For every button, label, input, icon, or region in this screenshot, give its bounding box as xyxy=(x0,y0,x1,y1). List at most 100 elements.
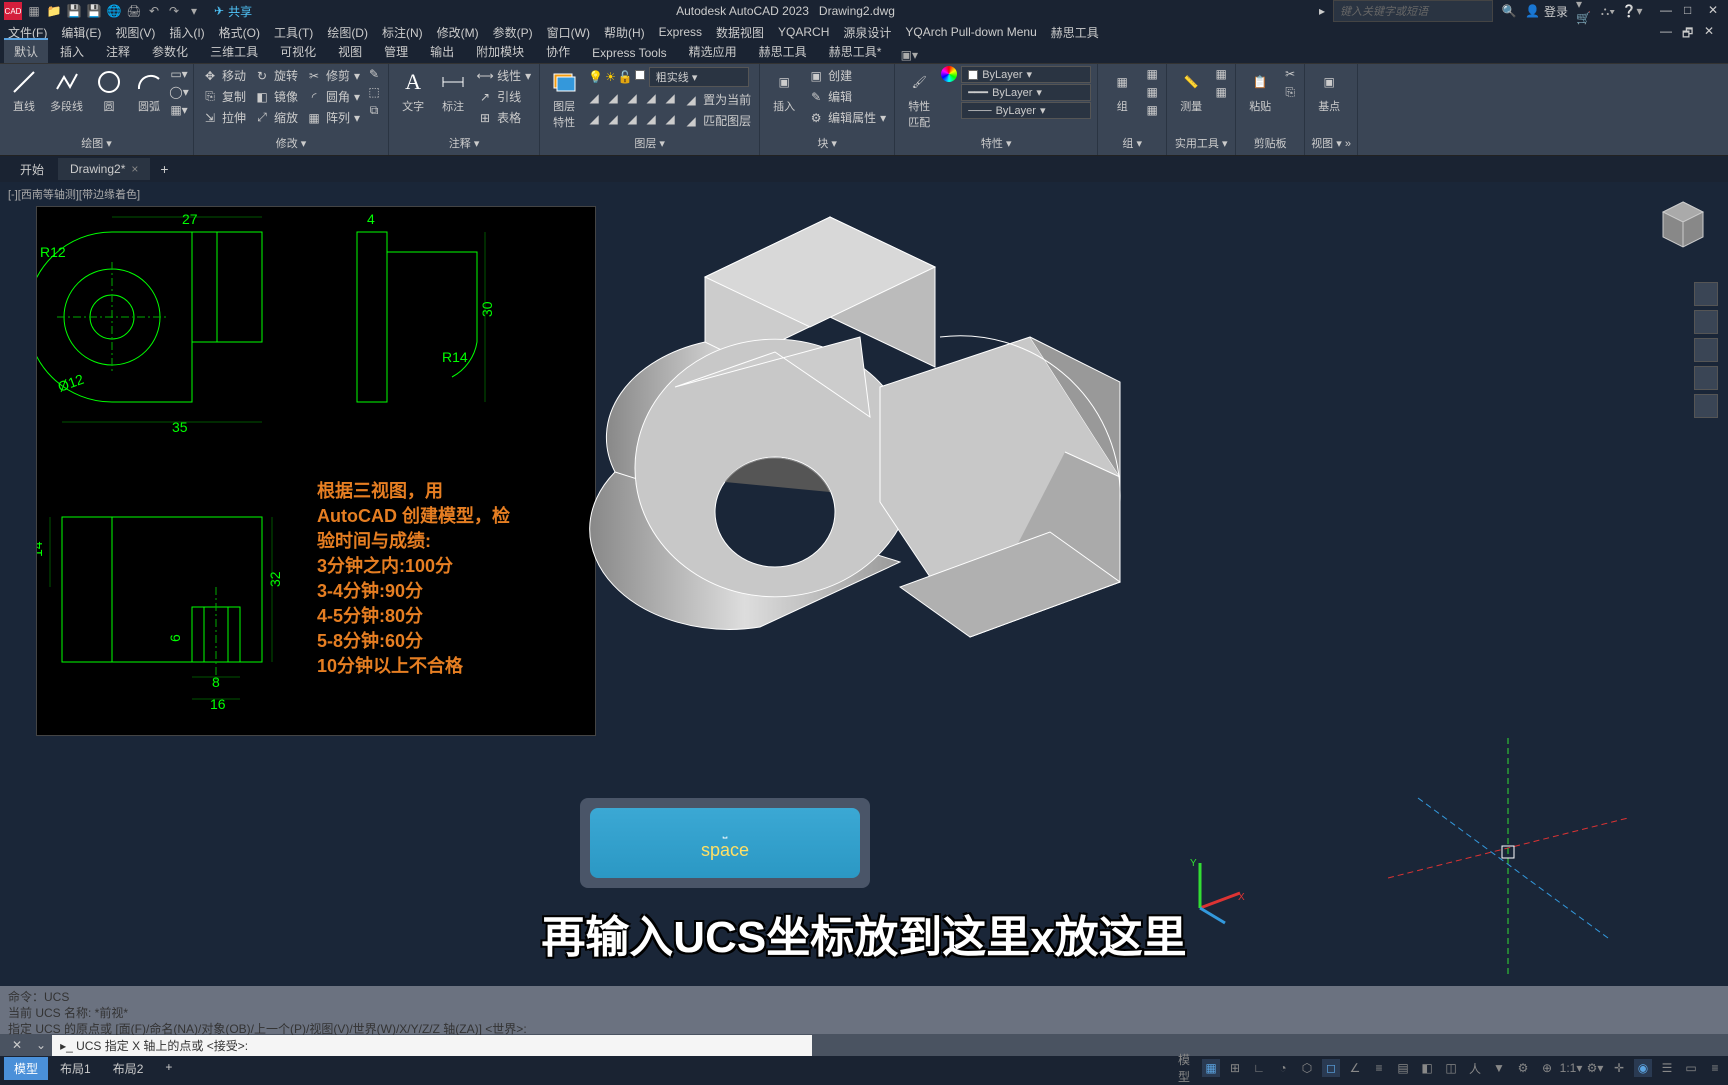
layer-lock-icon[interactable]: 🔓 xyxy=(618,70,633,84)
doc-minimize-button[interactable]: — xyxy=(1660,24,1676,40)
leader-button[interactable]: ↗引线 xyxy=(475,87,533,106)
line-button[interactable]: 直线 xyxy=(6,66,42,116)
otrack-icon[interactable]: ∠ xyxy=(1346,1059,1364,1077)
osnap-icon[interactable]: ◻ xyxy=(1322,1059,1340,1077)
match-props-button[interactable]: 🖌特性 匹配 xyxy=(901,66,937,132)
status-tab-model[interactable]: 模型 xyxy=(4,1057,48,1080)
ribbon-focus-icon[interactable]: ▣▾ xyxy=(901,47,917,63)
clean-screen-icon[interactable]: ▭ xyxy=(1682,1059,1700,1077)
share-button[interactable]: ✈共享 xyxy=(214,3,252,20)
login-button[interactable]: 👤登录 xyxy=(1525,3,1568,20)
ribbon-tab-hesi2[interactable]: 赫思工具* xyxy=(819,40,892,63)
layer-t4-icon[interactable]: ◢ xyxy=(643,90,659,106)
layer-color-swatch[interactable] xyxy=(635,70,645,80)
menu-hesi[interactable]: 赫思工具 xyxy=(1051,24,1099,41)
menu-dimension[interactable]: 标注(N) xyxy=(382,24,423,41)
view-cube[interactable] xyxy=(1658,197,1708,257)
fillet-button[interactable]: ◜圆角▾ xyxy=(304,87,362,106)
nav-wheel-icon[interactable] xyxy=(1694,394,1718,418)
menu-dataview[interactable]: 数据视图 xyxy=(716,24,764,41)
layer-b5-icon[interactable]: ◢ xyxy=(662,111,678,127)
group-bb-icon[interactable]: ▦ xyxy=(1144,102,1160,118)
paste-button[interactable]: 📋粘贴 xyxy=(1242,66,1278,116)
menu-view[interactable]: 视图(V) xyxy=(115,24,155,41)
save-icon[interactable]: 💾 xyxy=(66,3,82,19)
viewport-label[interactable]: [-][西南等轴测][带边缘着色] xyxy=(8,186,140,202)
add-layout-button[interactable]: + xyxy=(155,1057,182,1080)
ribbon-tab-parametric[interactable]: 参数化 xyxy=(142,40,198,63)
circle-button[interactable]: 圆 xyxy=(91,66,127,116)
autodesk-icon[interactable]: ⛬▾ xyxy=(1600,3,1616,19)
open-icon[interactable]: 📁 xyxy=(46,3,62,19)
explode-icon[interactable]: ⬚ xyxy=(366,84,382,100)
layer-b3-icon[interactable]: ◢ xyxy=(624,111,640,127)
plot-icon[interactable]: 🖨 xyxy=(126,3,142,19)
close-tab-icon[interactable]: × xyxy=(131,162,138,176)
model-paper-toggle[interactable]: 模型 xyxy=(1178,1059,1196,1077)
menu-yqarch-pull[interactable]: YQArch Pull-down Menu xyxy=(905,25,1036,39)
menu-yqarch[interactable]: YQARCH xyxy=(778,25,829,39)
command-input[interactable]: ▸_ UCS 指定 X 轴上的点或 <接受>: xyxy=(52,1035,812,1056)
nav-orbit-icon[interactable] xyxy=(1694,366,1718,390)
search-icon[interactable]: 🔍 xyxy=(1501,3,1517,19)
erase-icon[interactable]: ✎ xyxy=(366,66,382,82)
3dosnap-icon[interactable]: ◫ xyxy=(1442,1059,1460,1077)
table-button[interactable]: ⊞表格 xyxy=(475,108,533,127)
insert-block-button[interactable]: ▣插入 xyxy=(766,66,802,116)
scale-button[interactable]: ⤢缩放 xyxy=(252,108,300,127)
layer-sun-icon[interactable]: ☀ xyxy=(605,70,616,84)
ribbon-tab-addins[interactable]: 附加模块 xyxy=(466,40,534,63)
filter-icon[interactable]: ▼ xyxy=(1490,1059,1508,1077)
ribbon-tab-express[interactable]: Express Tools xyxy=(582,43,676,63)
minimize-button[interactable]: — xyxy=(1660,3,1676,19)
scale-icon[interactable]: 1:1▾ xyxy=(1562,1059,1580,1077)
util1-icon[interactable]: ▦ xyxy=(1213,66,1229,82)
anno-vis-icon[interactable]: ⊕ xyxy=(1538,1059,1556,1077)
layer-select[interactable]: 粗实线 ▾ xyxy=(649,67,749,87)
mirror-button[interactable]: ◧镜像 xyxy=(252,87,300,106)
tab-drawing2[interactable]: Drawing2*× xyxy=(58,158,150,180)
offset-icon[interactable]: ⧉ xyxy=(366,102,382,118)
layer-t3-icon[interactable]: ◢ xyxy=(624,90,640,106)
text-button[interactable]: A文字 xyxy=(395,66,431,116)
group-edit-icon[interactable]: ▦ xyxy=(1144,84,1160,100)
ungroup-icon[interactable]: ▦ xyxy=(1144,66,1160,82)
snap-icon[interactable]: ⊞ xyxy=(1226,1059,1244,1077)
menu-draw[interactable]: 绘图(D) xyxy=(327,24,368,41)
ribbon-tab-insert[interactable]: 插入 xyxy=(50,40,94,63)
polyline-button[interactable]: 多段线 xyxy=(46,66,87,116)
ribbon-tab-featured[interactable]: 精选应用 xyxy=(679,40,747,63)
create-block-button[interactable]: ▣创建 xyxy=(806,66,888,85)
lwt-icon[interactable]: ≡ xyxy=(1370,1059,1388,1077)
menu-source[interactable]: 源泉设计 xyxy=(843,24,891,41)
dim-button[interactable]: 标注 xyxy=(435,66,471,116)
edit-attr-button[interactable]: ⚙编辑属性▾ xyxy=(806,108,888,127)
util2-icon[interactable]: ▦ xyxy=(1213,84,1229,100)
menu-param[interactable]: 参数(P) xyxy=(493,24,533,41)
transp-icon[interactable]: ▤ xyxy=(1394,1059,1412,1077)
search-input[interactable]: 键入关键字或短语 xyxy=(1333,0,1493,22)
tab-start[interactable]: 开始 xyxy=(8,157,56,182)
undo-icon[interactable]: ↶ xyxy=(146,3,162,19)
customize-icon[interactable]: ≡ xyxy=(1706,1059,1724,1077)
measure-button[interactable]: 📏测量 xyxy=(1173,66,1209,116)
menu-format[interactable]: 格式(O) xyxy=(219,24,260,41)
doc-close-button[interactable]: ✕ xyxy=(1704,24,1720,40)
layer-props-button[interactable]: 图层 特性 xyxy=(546,66,582,132)
dyn-ucs-icon[interactable]: 人 xyxy=(1466,1059,1484,1077)
make-current-button[interactable]: ◢置为当前 xyxy=(681,90,753,109)
cart-icon[interactable]: ▾🛒 xyxy=(1576,3,1592,19)
edit-block-button[interactable]: ✎编辑 xyxy=(806,87,888,106)
group-button[interactable]: ▦组 xyxy=(1104,66,1140,116)
move-button[interactable]: ✥移动 xyxy=(200,66,248,85)
lineweight-select[interactable]: ━━━ ByLayer▾ xyxy=(961,84,1091,101)
rect-icon[interactable]: ▭▾ xyxy=(171,66,187,82)
ribbon-tab-default[interactable]: 默认 xyxy=(4,38,48,63)
close-button[interactable]: ✕ xyxy=(1708,3,1724,19)
copy-button[interactable]: ⎘复制 xyxy=(200,87,248,106)
status-tab-layout2[interactable]: 布局2 xyxy=(103,1057,154,1080)
ribbon-tab-annotate[interactable]: 注释 xyxy=(96,40,140,63)
layer-b2-icon[interactable]: ◢ xyxy=(605,111,621,127)
copy-clip-icon[interactable]: ⎘ xyxy=(1282,84,1298,100)
nav-full-icon[interactable] xyxy=(1694,282,1718,306)
